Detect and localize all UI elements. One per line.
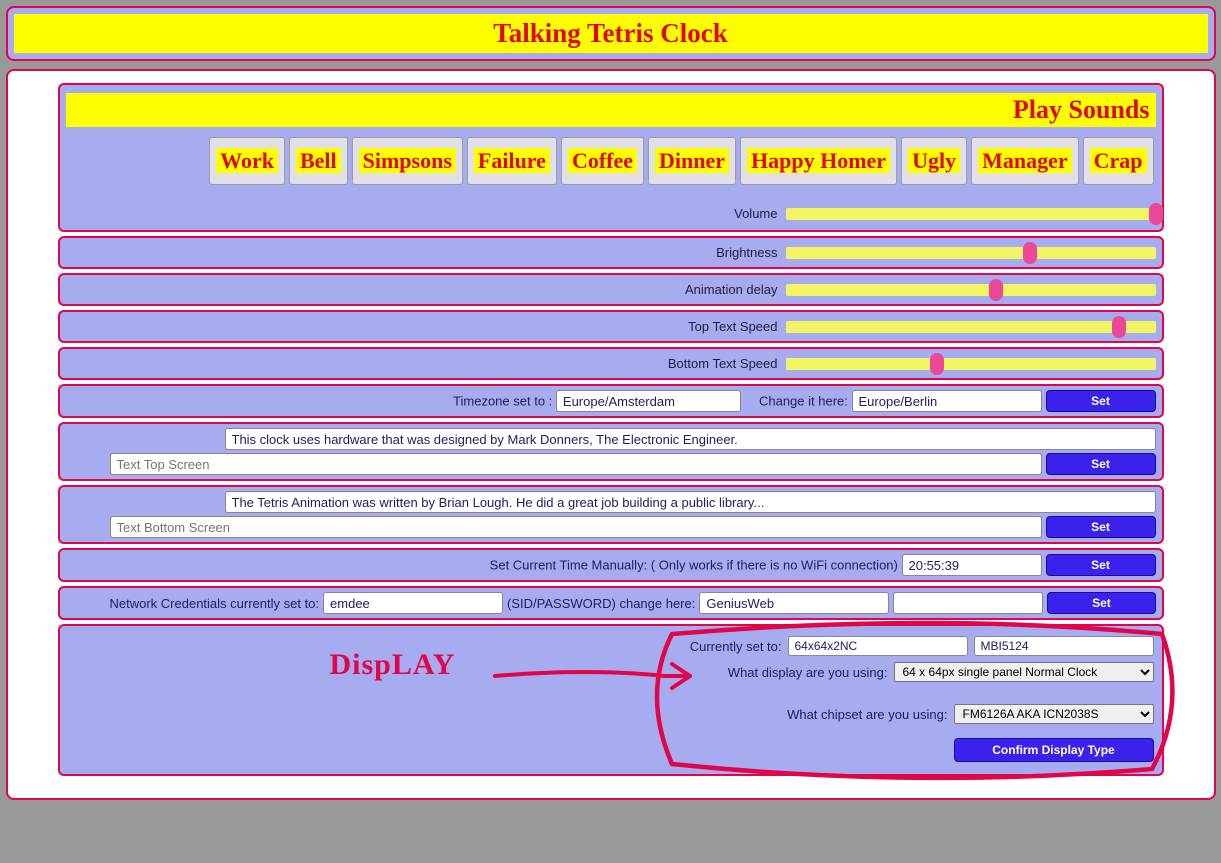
network-label-left: Network Credentials currently set to:	[110, 596, 320, 611]
network-set-button[interactable]: Set	[1047, 592, 1155, 614]
bottom-speed-panel: Bottom Text Speed	[58, 347, 1164, 380]
time-set-button[interactable]: Set	[1046, 554, 1156, 576]
display-current-chip: MBI5124	[974, 636, 1154, 656]
timezone-set-button[interactable]: Set	[1046, 390, 1156, 412]
volume-thumb[interactable]	[1149, 203, 1163, 225]
sound-button-coffee[interactable]: Coffee	[561, 137, 644, 185]
sound-button-label: Work	[216, 148, 278, 173]
network-current-field	[323, 592, 503, 614]
timezone-panel: Timezone set to : Change it here: Set	[58, 384, 1164, 418]
network-panel: Network Credentials currently set to: (S…	[58, 586, 1164, 620]
sounds-heading-bar: Play Sounds	[66, 93, 1156, 127]
top-text-info	[225, 428, 1156, 450]
sound-buttons-row: Work Bell Simpsons Failure Coffee Dinner Happy…	[66, 137, 1156, 185]
sound-button-bell[interactable]: Bell	[289, 137, 348, 185]
chipset-question: What chipset are you using:	[787, 707, 947, 722]
top-speed-label: Top Text Speed	[66, 319, 786, 334]
confirm-display-button[interactable]: Confirm Display Type	[954, 738, 1154, 762]
top-text-panel: Set	[58, 422, 1164, 481]
brightness-thumb[interactable]	[1023, 242, 1037, 264]
timezone-current-field[interactable]	[556, 390, 741, 412]
header-card: Talking Tetris Clock	[6, 6, 1216, 61]
sound-button-label: Bell	[296, 148, 341, 173]
anim-delay-slider[interactable]	[786, 284, 1156, 296]
sound-button-ugly[interactable]: Ugly	[901, 137, 967, 185]
display-select[interactable]: 64 x 64px single panel Normal Clock	[894, 662, 1154, 682]
volume-row: Volume	[66, 203, 1156, 224]
sound-button-label: Simpsons	[359, 148, 456, 173]
top-text-set-button[interactable]: Set	[1046, 453, 1156, 475]
brightness-panel: Brightness	[58, 236, 1164, 269]
sounds-panel: Play Sounds Work Bell Simpsons Failure Coffe…	[58, 83, 1164, 232]
sound-button-label: Manager	[978, 148, 1072, 173]
timezone-new-field[interactable]	[852, 390, 1042, 412]
sound-button-dinner[interactable]: Dinner	[648, 137, 736, 185]
sound-button-label: Coffee	[568, 148, 637, 173]
network-label-mid: (SID/PASSWORD) change here:	[507, 596, 695, 611]
sound-button-crap[interactable]: Crap	[1083, 137, 1154, 185]
sound-button-label: Crap	[1090, 148, 1147, 173]
anim-delay-label: Animation delay	[66, 282, 786, 297]
volume-label: Volume	[66, 206, 786, 221]
sound-button-label: Failure	[474, 148, 550, 173]
sound-button-failure[interactable]: Failure	[467, 137, 557, 185]
display-current-display: 64x64x2NC	[788, 636, 968, 656]
top-speed-slider[interactable]	[786, 321, 1156, 333]
top-speed-panel: Top Text Speed	[58, 310, 1164, 343]
sound-button-simpsons[interactable]: Simpsons	[352, 137, 463, 185]
bottom-text-panel: Set	[58, 485, 1164, 544]
top-text-input[interactable]	[110, 453, 1042, 475]
anim-delay-panel: Animation delay	[58, 273, 1164, 306]
time-panel: Set Current Time Manually: ( Only works …	[58, 548, 1164, 582]
sound-button-work[interactable]: Work	[209, 137, 285, 185]
sound-button-label: Ugly	[908, 148, 960, 173]
brightness-slider[interactable]	[786, 247, 1156, 259]
chipset-select[interactable]: FM6126A AKA ICN2038S	[954, 704, 1154, 724]
bottom-text-input[interactable]	[110, 516, 1042, 538]
network-pass-input[interactable]	[893, 592, 1043, 614]
time-input[interactable]	[902, 554, 1042, 576]
sound-button-label: Happy Homer	[747, 148, 890, 173]
network-ssid-input[interactable]	[699, 592, 889, 614]
sounds-heading: Play Sounds	[72, 95, 1150, 125]
header-banner: Talking Tetris Clock	[14, 14, 1208, 53]
page-title: Talking Tetris Clock	[14, 18, 1208, 49]
timezone-change-label: Change it here:	[759, 394, 848, 409]
brightness-label: Brightness	[66, 245, 786, 260]
bottom-speed-thumb[interactable]	[930, 353, 944, 375]
bottom-text-set-button[interactable]: Set	[1046, 516, 1156, 538]
display-question: What display are you using:	[728, 665, 888, 680]
bottom-text-info	[225, 491, 1156, 513]
sound-button-label: Dinner	[655, 148, 729, 173]
bottom-speed-label: Bottom Text Speed	[66, 356, 786, 371]
display-panel: Currently set to: 64x64x2NC MBI5124 What…	[58, 624, 1164, 776]
sound-button-manager[interactable]: Manager	[971, 137, 1079, 185]
main-card: Play Sounds Work Bell Simpsons Failure Coffe…	[6, 69, 1216, 800]
anim-delay-thumb[interactable]	[989, 279, 1003, 301]
display-current-label: Currently set to:	[690, 639, 782, 654]
timezone-set-label: Timezone set to :	[453, 394, 552, 409]
volume-slider[interactable]	[786, 208, 1156, 220]
top-speed-thumb[interactable]	[1112, 316, 1126, 338]
time-label: Set Current Time Manually: ( Only works …	[490, 558, 898, 573]
sound-button-happy-homer[interactable]: Happy Homer	[740, 137, 897, 185]
bottom-speed-slider[interactable]	[786, 358, 1156, 370]
